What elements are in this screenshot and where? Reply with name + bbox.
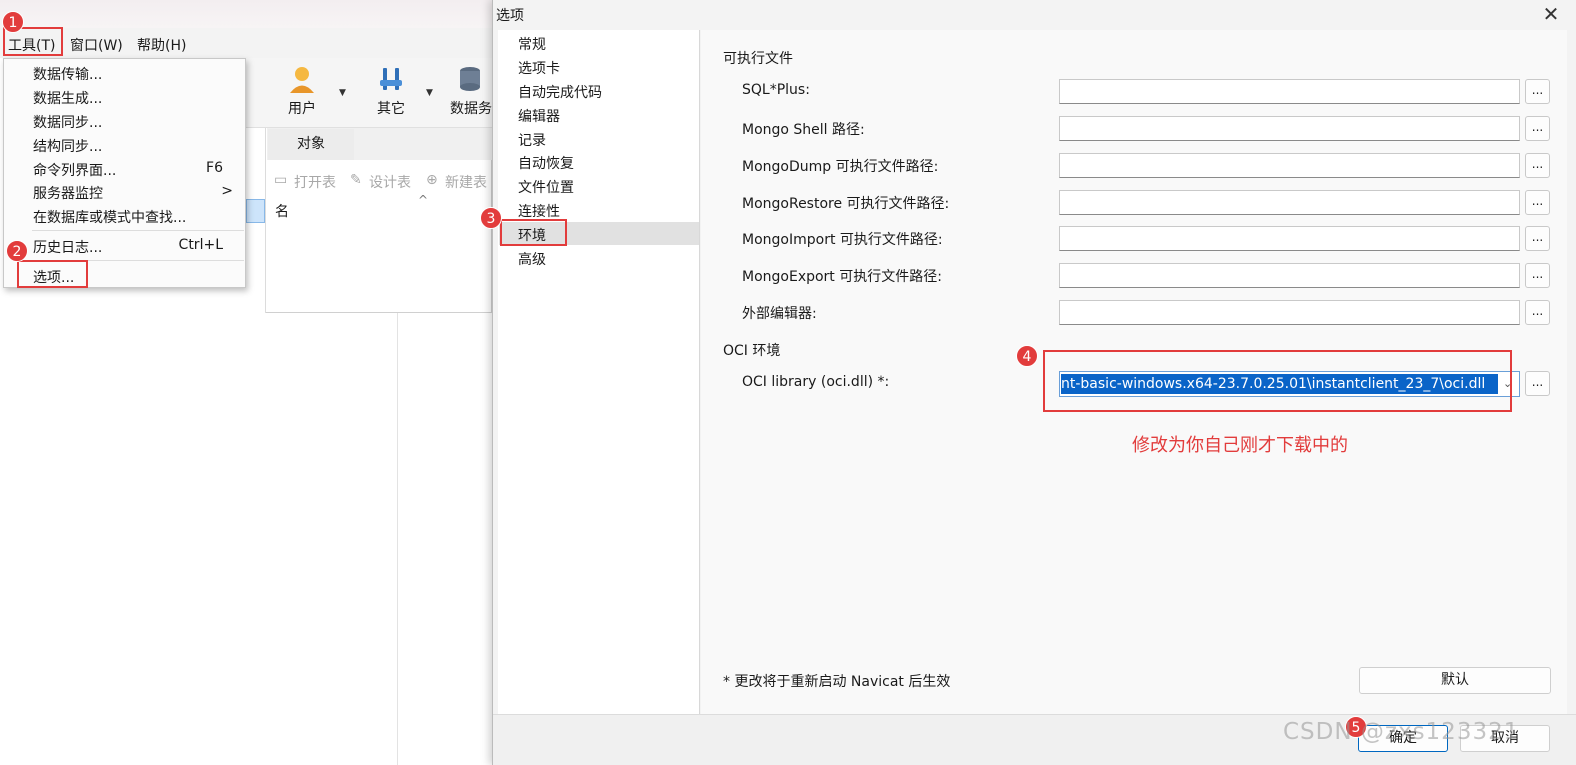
- main-title-bar: [0, 0, 492, 28]
- menu-separator: [32, 230, 244, 231]
- menu-shortcut-console: F6: [206, 160, 223, 176]
- object-toolbar: ▭ 打开表 ✎ 设计表 ⊕ 新建表: [268, 166, 492, 194]
- mongorestore-path-input[interactable]: [1059, 190, 1520, 215]
- annotation-box-oci-library: [1043, 350, 1512, 412]
- browse-mongoexport-button[interactable]: ...: [1525, 263, 1550, 288]
- tools-dropdown-menu: 数据传输... 数据生成... 数据同步... 结构同步... 命令列界面...…: [3, 58, 246, 288]
- default-button[interactable]: 默认: [1359, 667, 1551, 694]
- toolbar-other-caret-icon[interactable]: ▼: [426, 88, 433, 98]
- toolbar-other-label: 其它: [377, 101, 405, 117]
- mongoexport-path-input[interactable]: [1059, 263, 1520, 288]
- mongo-shell-path-input[interactable]: [1059, 116, 1520, 141]
- section-oci-environment: OCI 环境: [723, 343, 781, 359]
- open-table-icon: ▭: [274, 172, 288, 188]
- nav-item-autocomplete[interactable]: 自动完成代码: [518, 82, 602, 102]
- menu-item-server-monitor[interactable]: 服务器监控: [33, 183, 103, 203]
- menu-item-data-transfer[interactable]: 数据传输...: [33, 64, 102, 84]
- field-label-mongorestore: MongoRestore 可执行文件路径:: [742, 196, 950, 212]
- nav-item-advanced[interactable]: 高级: [518, 249, 546, 269]
- toolbar-other-button[interactable]: 其它: [363, 64, 419, 118]
- menu-window[interactable]: 窗口(W): [70, 35, 123, 55]
- main-toolbar: 用户 ▼ 其它 ▼ 数据务: [246, 58, 492, 128]
- restart-note: * 更改将于重新启动 Navicat 后生效: [723, 674, 951, 690]
- nav-item-editor[interactable]: 编辑器: [518, 106, 560, 126]
- menu-item-structure-sync[interactable]: 结构同步...: [33, 136, 102, 156]
- field-label-external-editor: 外部编辑器:: [742, 306, 817, 322]
- browse-oci-library-button[interactable]: ...: [1525, 371, 1550, 396]
- toolbar-user-button[interactable]: 用户: [274, 64, 330, 118]
- toolbar-user-label: 用户: [288, 101, 316, 117]
- browse-mongo-shell-button[interactable]: ...: [1525, 116, 1550, 141]
- nav-item-file-location[interactable]: 文件位置: [518, 177, 574, 197]
- field-label-mongoimport: MongoImport 可执行文件路径:: [742, 232, 943, 248]
- annotation-box-environment-nav: [500, 219, 567, 246]
- design-table-icon: ✎: [350, 172, 362, 188]
- annotation-badge-3: 3: [480, 207, 502, 229]
- nav-item-auto-recovery[interactable]: 自动恢复: [518, 153, 574, 173]
- nav-item-tabs[interactable]: 选项卡: [518, 58, 560, 78]
- sort-caret-icon[interactable]: ^: [418, 193, 428, 207]
- close-icon[interactable]: ✕: [1538, 2, 1564, 26]
- design-table-button[interactable]: 设计表: [369, 172, 411, 192]
- browse-external-editor-button[interactable]: ...: [1525, 300, 1550, 325]
- main-menu-bar: 工具(T) 窗口(W) 帮助(H): [0, 28, 492, 58]
- tree-selected-row[interactable]: [246, 199, 265, 223]
- nav-item-connectivity[interactable]: 连接性: [518, 201, 560, 221]
- tools-icon: [380, 68, 402, 90]
- nav-item-general[interactable]: 常规: [518, 34, 546, 54]
- submenu-arrow-icon: >: [221, 183, 233, 199]
- new-table-button[interactable]: 新建表: [445, 172, 487, 192]
- field-label-mongoexport: MongoExport 可执行文件路径:: [742, 269, 942, 285]
- database-icon: [460, 67, 480, 91]
- annotation-badge-4: 4: [1016, 345, 1038, 367]
- column-header-name[interactable]: 名: [275, 201, 289, 221]
- mongoimport-path-input[interactable]: [1059, 226, 1520, 251]
- tab-objects[interactable]: 对象: [268, 129, 354, 160]
- sqlplus-path-input[interactable]: [1059, 79, 1520, 104]
- annotation-badge-1: 1: [2, 11, 24, 33]
- open-table-button[interactable]: 打开表: [294, 172, 336, 192]
- new-table-icon: ⊕: [426, 172, 438, 188]
- field-label-oci-library: OCI library (oci.dll) *:: [742, 374, 890, 390]
- browse-mongoimport-button[interactable]: ...: [1525, 226, 1550, 251]
- field-label-sqlplus: SQL*Plus:: [742, 82, 810, 98]
- menu-item-data-generation[interactable]: 数据生成...: [33, 88, 102, 108]
- annotation-box-options-item: [17, 260, 88, 288]
- browse-mongorestore-button[interactable]: ...: [1525, 190, 1550, 215]
- field-label-mongodump: MongoDump 可执行文件路径:: [742, 159, 939, 175]
- section-executables: 可执行文件: [723, 51, 793, 67]
- annotation-badge-2: 2: [6, 240, 28, 262]
- menu-item-find-in-database[interactable]: 在数据库或模式中查找...: [33, 207, 186, 227]
- field-label-mongo-shell: Mongo Shell 路径:: [742, 122, 865, 138]
- nav-item-records[interactable]: 记录: [518, 130, 546, 150]
- menu-item-data-sync[interactable]: 数据同步...: [33, 112, 102, 132]
- external-editor-path-input[interactable]: [1059, 300, 1520, 325]
- toolbar-data-label: 数据务: [450, 101, 492, 117]
- menu-item-console[interactable]: 命令列界面...: [33, 160, 116, 180]
- csdn-watermark: CSDN @zxs123321: [1283, 719, 1520, 745]
- mongodump-path-input[interactable]: [1059, 153, 1520, 178]
- panel-divider: [397, 313, 398, 765]
- menu-help[interactable]: 帮助(H): [137, 35, 186, 55]
- user-icon: [290, 67, 314, 93]
- dialog-title: 选项: [496, 8, 524, 24]
- toolbar-user-caret-icon[interactable]: ▼: [339, 88, 346, 98]
- browse-sqlplus-button[interactable]: ...: [1525, 79, 1550, 104]
- menu-item-history-log[interactable]: 历史日志...: [33, 237, 102, 257]
- annotation-note: 修改为你自己刚才下载中的: [1132, 435, 1348, 456]
- browse-mongodump-button[interactable]: ...: [1525, 153, 1550, 178]
- menu-shortcut-history-log: Ctrl+L: [178, 237, 223, 253]
- toolbar-data-button[interactable]: 数据务: [444, 64, 492, 118]
